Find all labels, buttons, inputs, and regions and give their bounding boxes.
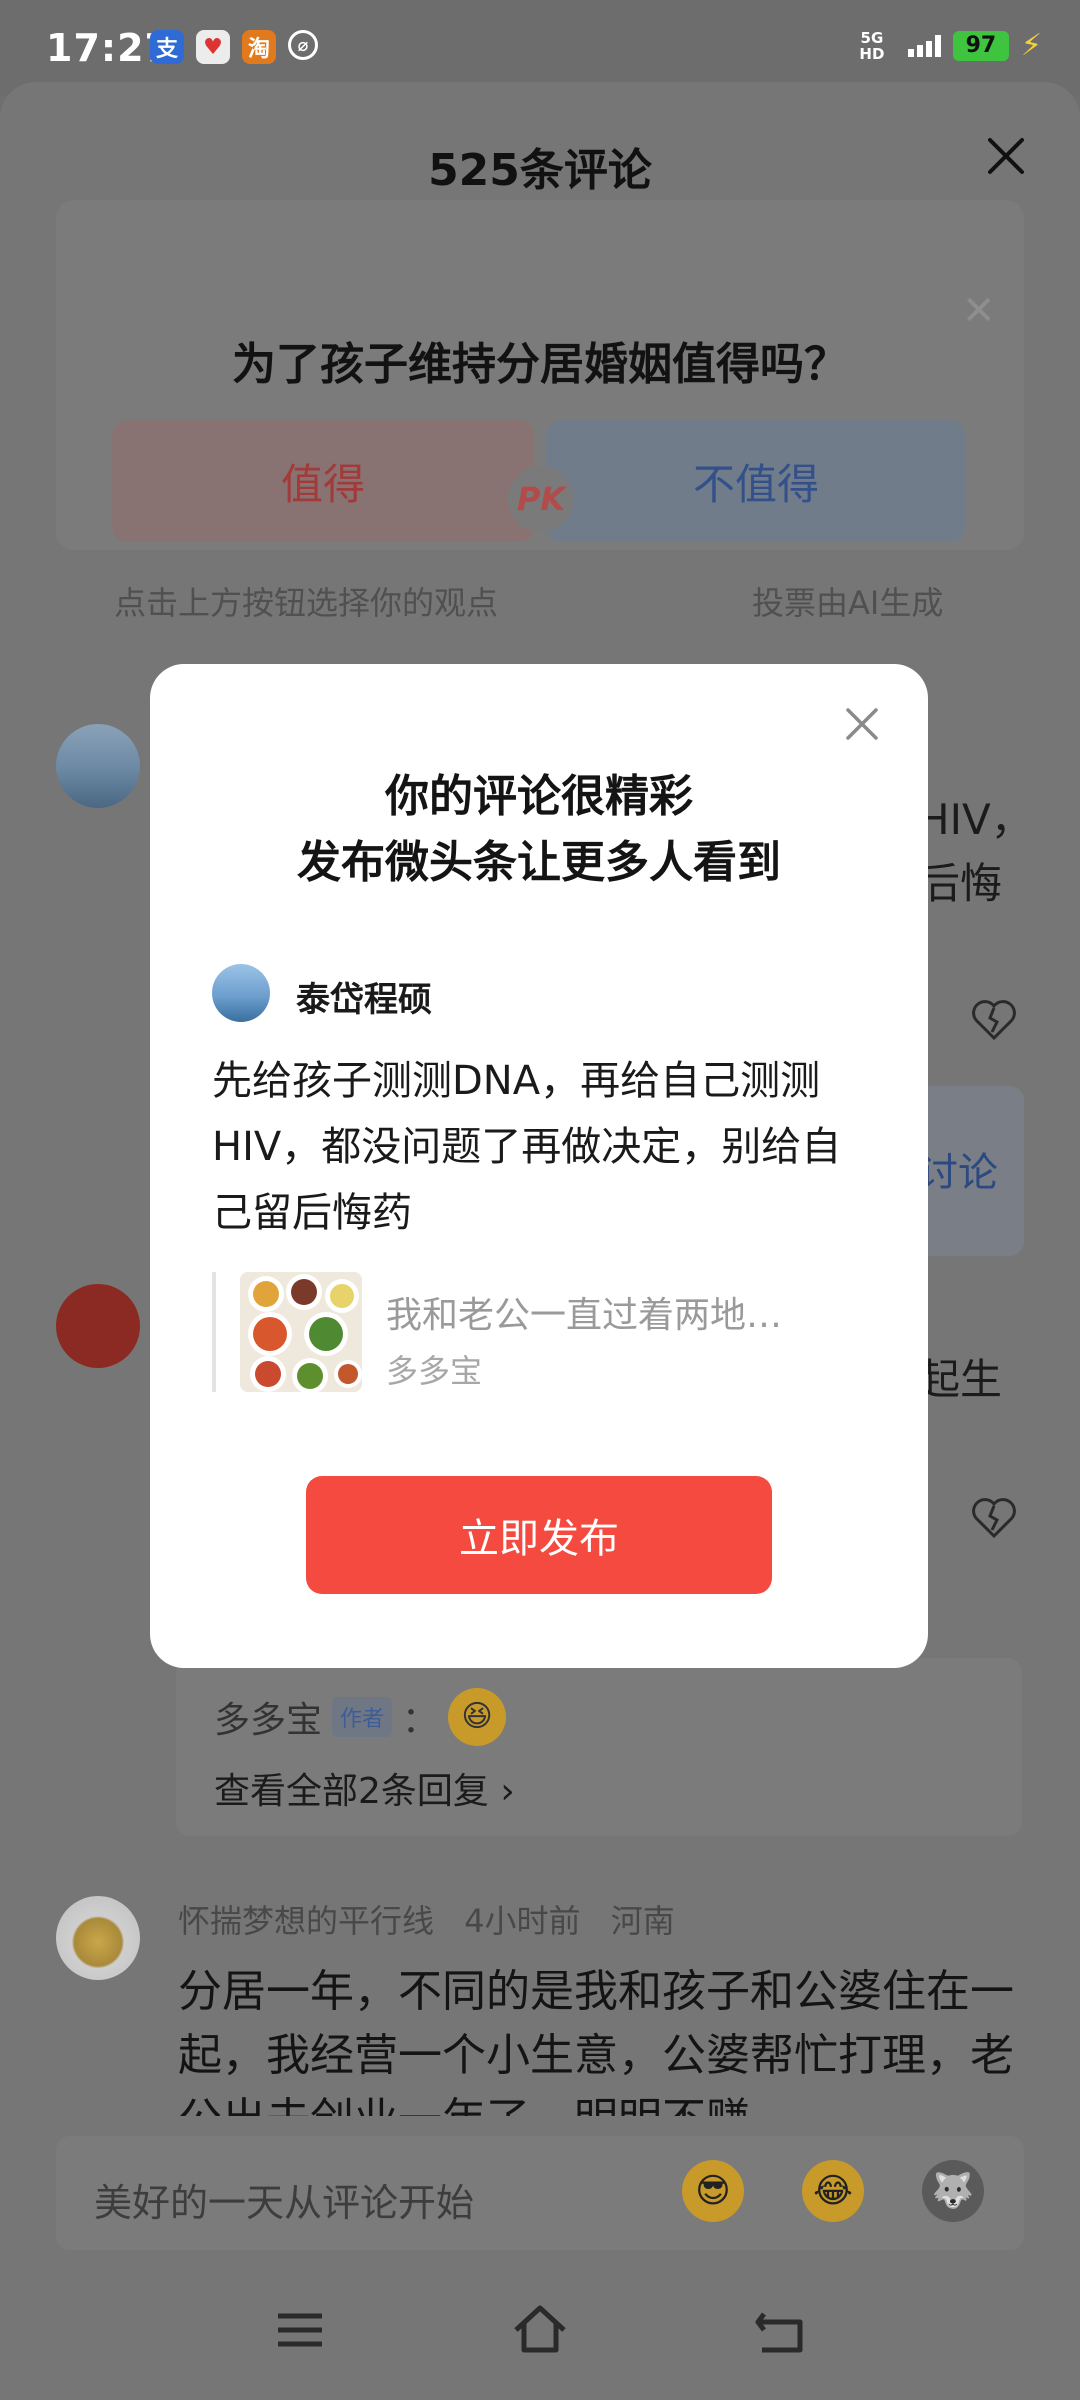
- comment-preview-text: 先给孩子测测DNA，再给自己测测HIV，都没问题了再做决定，别给自己留后悔药: [212, 1058, 842, 1236]
- notification-icons: 支 ♥ 淘 ⌀: [150, 30, 318, 64]
- avatar[interactable]: [56, 724, 140, 808]
- broken-heart-icon[interactable]: [970, 998, 1018, 1042]
- battery-level: 97: [965, 33, 997, 58]
- publish-dialog: 你的评论很精彩 发布微头条让更多人看到 泰岱程硕 先给孩子测测DNA，再给自己测…: [150, 664, 928, 1668]
- username: 泰岱程硕: [296, 980, 432, 1020]
- avatar[interactable]: [56, 1284, 140, 1368]
- pk-badge: PK: [508, 466, 574, 532]
- laughing-emoji-icon: 😆: [448, 1688, 507, 1746]
- quote-thumbnail: [240, 1272, 362, 1392]
- app-loop-icon: ⌀: [288, 30, 318, 60]
- map-icon: ♥: [196, 30, 230, 64]
- close-icon[interactable]: [984, 134, 1028, 178]
- dialog-title-line2: 发布微头条让更多人看到: [297, 837, 781, 888]
- network-type: 5G HD: [859, 28, 885, 63]
- broken-heart-icon[interactable]: [970, 1496, 1018, 1540]
- home-icon[interactable]: [510, 2300, 570, 2360]
- vote-no-label: 不值得: [692, 459, 819, 509]
- comment-time: 4小时前: [464, 1902, 581, 1940]
- sheet-title: 525条评论: [428, 145, 652, 196]
- quote-source: 多多宝: [386, 1352, 483, 1390]
- author-badge: 作者: [332, 1697, 393, 1737]
- comment-peek-text: 后悔: [918, 859, 1003, 908]
- quote-divider: [212, 1272, 216, 1392]
- user-avatar: [212, 964, 270, 1022]
- reply-author: 多多宝: [214, 1700, 323, 1741]
- avatar[interactable]: [56, 1896, 140, 1980]
- charging-icon: ⚡: [1020, 28, 1042, 63]
- dialog-title-line1: 你的评论很精彩: [385, 771, 693, 822]
- sunglasses-emoji-icon[interactable]: 😎: [682, 2160, 744, 2222]
- reply-separator: ：: [402, 1700, 439, 1741]
- alipay-icon: 支: [150, 30, 184, 64]
- husky-sticker-icon[interactable]: 🐺: [922, 2160, 984, 2222]
- comment-input-placeholder: 美好的一天从评论开始: [94, 2181, 475, 2225]
- dialog-close-icon[interactable]: [842, 704, 882, 744]
- food-image-icon: [240, 1272, 362, 1392]
- comment-meta: 怀揣梦想的平行线 4小时前 河南: [178, 1896, 675, 1942]
- menu-icon[interactable]: [270, 2300, 330, 2360]
- quote-title: 我和老公一直过着两地…: [386, 1295, 783, 1336]
- vote-no-button[interactable]: 不值得: [546, 420, 966, 542]
- vote-yes-label: 值得: [280, 459, 365, 509]
- pk-question: 为了孩子维持分居婚姻值得吗？: [232, 339, 848, 390]
- publish-button[interactable]: 立即发布: [306, 1476, 772, 1594]
- reply-author-line: 多多宝 作者 ： 😆: [214, 1688, 507, 1746]
- crying-laugh-emoji-icon[interactable]: 😂: [802, 2160, 864, 2222]
- back-icon[interactable]: [750, 2300, 810, 2360]
- comment-user[interactable]: 怀揣梦想的平行线: [178, 1902, 434, 1940]
- comment-peek-text: HIV，: [918, 795, 1033, 844]
- signal-icon: [907, 34, 941, 57]
- battery-icon: 97: [952, 30, 1009, 61]
- pk-hint: 点击上方按钮选择你的观点: [114, 584, 499, 622]
- publish-label: 立即发布: [459, 1516, 619, 1562]
- discussion-label: 讨论: [918, 1150, 998, 1196]
- comment-text: 分居一年，不同的是我和孩子和公婆住在一起，我经营一个小生意，公婆帮忙打理，老公出…: [178, 1966, 1014, 2116]
- view-all-replies-link[interactable]: 查看全部2条回复 ›: [214, 1762, 515, 1814]
- vote-yes-button[interactable]: 值得: [112, 420, 534, 542]
- comment-peek-text: 起生: [918, 1355, 1003, 1404]
- taobao-icon: 淘: [242, 30, 276, 64]
- pk-ai-note: 投票由AI生成: [752, 584, 944, 622]
- comment-region: 河南: [610, 1902, 675, 1940]
- dialog-title: 你的评论很精彩 发布微头条让更多人看到: [150, 764, 928, 896]
